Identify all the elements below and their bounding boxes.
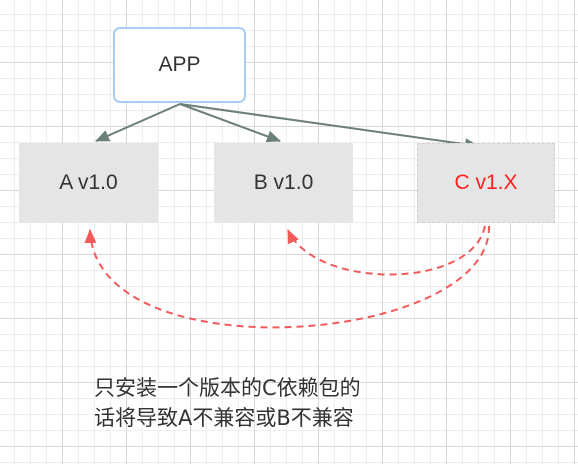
node-app-label: APP	[158, 53, 201, 76]
conflict-edge-c-to-b	[287, 225, 486, 276]
node-a-v1: A v1.0	[19, 143, 158, 223]
node-app: APP	[113, 27, 246, 103]
conflict-edge-c-to-a	[84, 225, 491, 329]
caption-line-2: 话将导致A不兼容或B不兼容	[94, 406, 354, 430]
caption-text: 只安装一个版本的C依赖包的 话将导致A不兼容或B不兼容	[94, 373, 454, 433]
diagram-canvas: APP A v1.0 B v1.0 C v1.X 只安装一个版本的C依赖包的 话…	[0, 0, 578, 464]
edge-app-to-c	[179, 103, 479, 151]
node-a-label: A v1.0	[59, 171, 118, 194]
node-c-label: C v1.X	[454, 171, 518, 194]
node-b-label: B v1.0	[253, 171, 314, 194]
node-c-v1x: C v1.X	[417, 143, 555, 223]
edge-app-to-b	[179, 103, 281, 143]
edge-app-to-a	[95, 103, 181, 142]
caption-line-1: 只安装一个版本的C依赖包的	[94, 376, 361, 400]
node-b-v1: B v1.0	[214, 143, 353, 223]
